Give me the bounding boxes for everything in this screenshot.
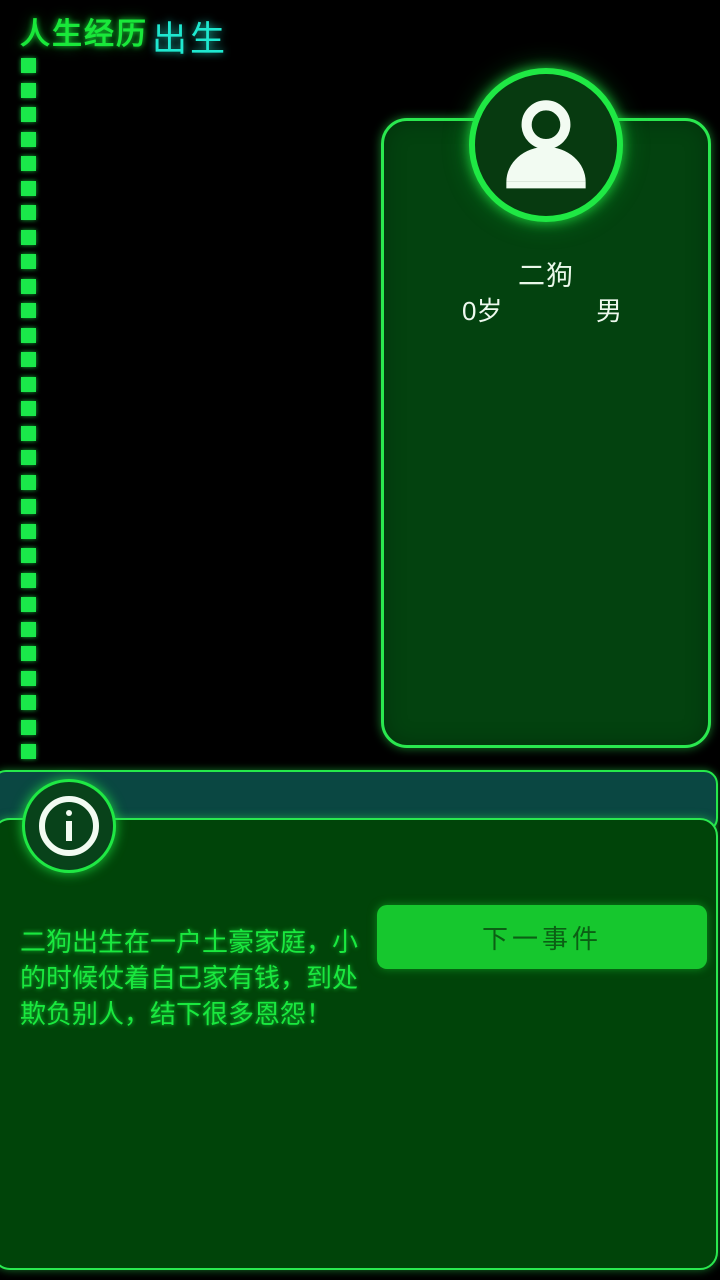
life-timeline <box>21 58 36 770</box>
timeline-dash <box>21 670 36 686</box>
timeline-dash <box>21 327 36 343</box>
next-event-button[interactable]: 下一事件 <box>377 905 707 969</box>
timeline-dash <box>21 499 36 514</box>
timeline-dash <box>21 352 36 367</box>
timeline-dash <box>21 474 36 490</box>
avatar <box>469 68 623 222</box>
person-avatar-icon <box>506 100 586 189</box>
timeline-dash <box>21 425 36 441</box>
timeline-dash <box>21 450 36 465</box>
page-title: 人生经历 <box>20 18 148 51</box>
timeline-dash <box>21 572 36 588</box>
timeline-dash <box>21 548 36 563</box>
profile-name: 二狗 <box>518 261 574 291</box>
event-body-panel: 二狗出生在一户土豪家庭，小的时候仗着自己家有钱，到处欺负别人，结下很多恩怨！ 下… <box>0 818 718 1270</box>
timeline-dash <box>21 205 36 220</box>
timeline-dash <box>21 229 36 245</box>
timeline-dash <box>21 82 36 98</box>
timeline-dash <box>21 107 36 122</box>
info-icon-stem <box>66 821 72 841</box>
profile-gender: 男 <box>596 296 623 326</box>
avatar-circle <box>469 68 623 222</box>
info-circle-icon <box>22 779 116 873</box>
timeline-dash <box>21 278 36 294</box>
timeline-dash <box>21 376 36 392</box>
timeline-dash <box>21 180 36 196</box>
timeline-dash <box>21 695 36 710</box>
timeline-dash <box>21 401 36 416</box>
timeline-dash <box>21 523 36 539</box>
timeline-dash <box>21 646 36 661</box>
profile-age: 0岁 <box>462 296 503 326</box>
timeline-dash <box>21 58 36 73</box>
timeline-dash <box>21 303 36 318</box>
info-icon-dot <box>66 810 72 816</box>
timeline-dash <box>21 131 36 147</box>
timeline-dash <box>21 744 36 759</box>
profile-card: 二狗 0岁 男 <box>381 68 711 748</box>
timeline-dash <box>21 597 36 612</box>
timeline-dash <box>21 156 36 171</box>
timeline-dash <box>21 254 36 269</box>
event-title: 出生 <box>152 20 229 59</box>
timeline-dash <box>21 621 36 637</box>
event-description: 二狗出生在一户土豪家庭，小的时候仗着自己家有钱，到处欺负别人，结下很多恩怨！ <box>20 927 359 1029</box>
timeline-dash <box>21 719 36 735</box>
